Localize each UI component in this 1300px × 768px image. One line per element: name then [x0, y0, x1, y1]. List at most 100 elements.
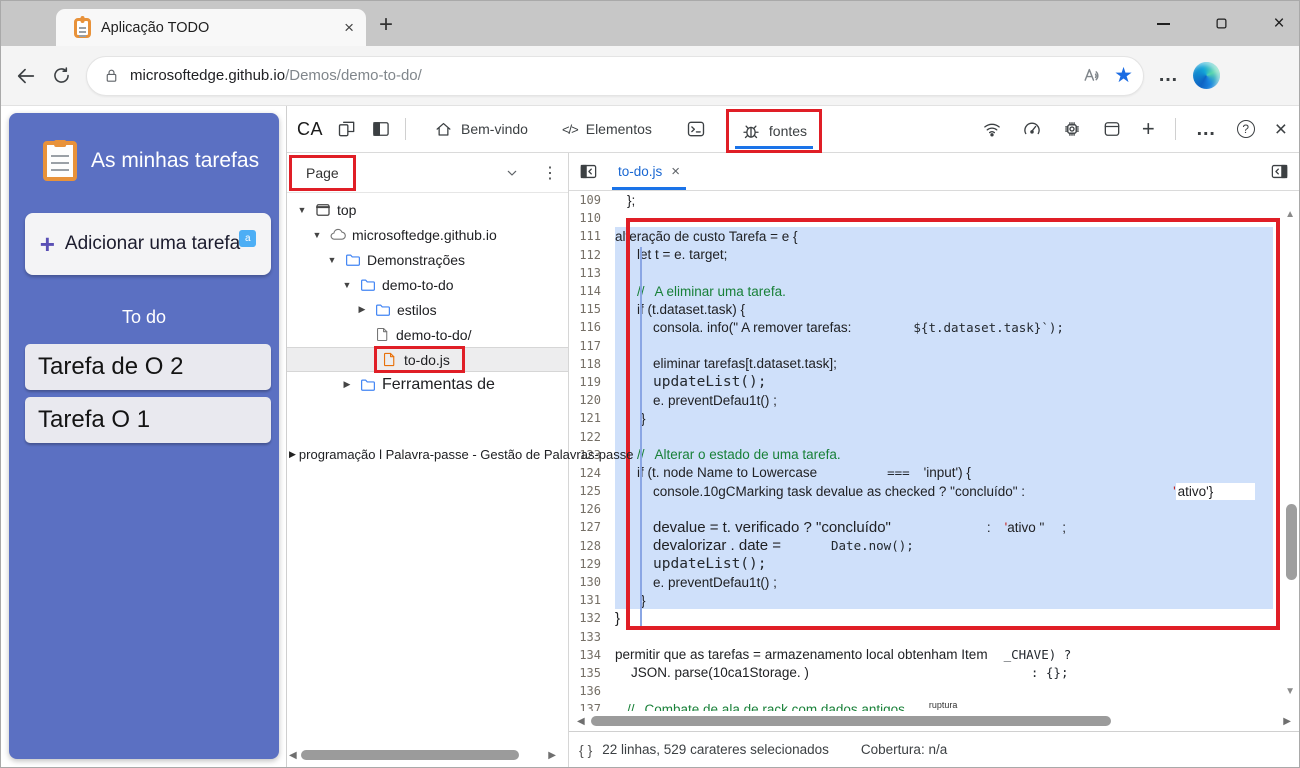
- more-icon[interactable]: …: [1196, 118, 1217, 141]
- line-number[interactable]: 128: [569, 539, 615, 553]
- line-number[interactable]: 135: [569, 666, 615, 680]
- code-line[interactable]: 131}: [569, 591, 1299, 610]
- maximize-button[interactable]: [1211, 14, 1231, 34]
- pretty-print-button[interactable]: { }: [579, 742, 592, 758]
- line-number[interactable]: 137: [569, 702, 615, 711]
- line-content[interactable]: };: [615, 191, 1273, 209]
- editor-tab-close-icon[interactable]: ×: [671, 163, 680, 180]
- tree-item-demonstra-es[interactable]: ▼ Demonstrações: [287, 247, 568, 272]
- line-number[interactable]: 136: [569, 684, 615, 698]
- line-number[interactable]: 122: [569, 430, 615, 444]
- line-content[interactable]: [615, 336, 1273, 355]
- kebab-menu-icon[interactable]: ⋮: [542, 163, 558, 183]
- lock-icon[interactable]: [103, 67, 120, 84]
- devtools-tab-console[interactable]: [672, 106, 720, 152]
- code-line[interactable]: 111 alteração de custo Tarefa = e {: [569, 227, 1299, 246]
- read-aloud-icon[interactable]: [1082, 65, 1104, 87]
- task-item[interactable]: Tarefa O 1: [25, 397, 271, 443]
- performance-icon[interactable]: [1022, 119, 1042, 139]
- line-number[interactable]: 111: [569, 229, 615, 243]
- code-line[interactable]: 114//A eliminar uma tarefa.: [569, 281, 1299, 301]
- scrollbar-thumb[interactable]: [590, 716, 1111, 726]
- line-number[interactable]: 127: [569, 520, 615, 534]
- help-icon[interactable]: ?: [1236, 120, 1255, 138]
- line-content[interactable]: let t = e. target;: [615, 245, 1273, 264]
- close-icon[interactable]: ×: [1275, 119, 1287, 140]
- devtools-tab-Elementos[interactable]: </> Elementos: [548, 106, 666, 152]
- editor-hscrollbar[interactable]: ◀ ▶: [569, 711, 1299, 731]
- line-content[interactable]: e. preventDefau1t() ;: [615, 391, 1273, 410]
- line-content[interactable]: if (t. node Name to Lowercase ==='input')…: [615, 463, 1273, 482]
- browser-tab[interactable]: Aplicação TODO ×: [56, 9, 366, 46]
- code-line[interactable]: 112 let t = e. target;: [569, 245, 1299, 264]
- code-line[interactable]: 130 e. preventDefau1t() ;: [569, 572, 1299, 592]
- line-number[interactable]: 119: [569, 375, 615, 389]
- code-line[interactable]: 119 updateList();: [569, 372, 1299, 392]
- line-number[interactable]: 120: [569, 393, 615, 407]
- line-content[interactable]: }: [615, 591, 1273, 610]
- line-number[interactable]: 113: [569, 266, 615, 280]
- code-line[interactable]: 137//Combate de ala de rack com dados an…: [569, 700, 1299, 711]
- line-content[interactable]: consola. info(" A remover tarefas: ${t.da…: [615, 318, 1273, 337]
- line-number[interactable]: 116: [569, 320, 615, 334]
- expander-icon[interactable]: ▼: [325, 255, 339, 265]
- layout-panel-icon[interactable]: [371, 119, 391, 139]
- tree-item-estilos[interactable]: ▶ estilos: [287, 297, 568, 322]
- tree-item-top[interactable]: ▼ top: [287, 197, 568, 222]
- code-line[interactable]: 133: [569, 628, 1299, 646]
- new-tab-button[interactable]: +: [379, 11, 393, 39]
- scroll-left-icon[interactable]: ◀: [289, 750, 297, 761]
- settings-menu-icon[interactable]: …: [1158, 64, 1179, 87]
- scroll-right-icon[interactable]: ▶: [548, 750, 556, 761]
- code-line[interactable]: 132}: [569, 609, 1299, 627]
- tree-item-to-do-js[interactable]: to-do.js: [287, 346, 568, 373]
- task-item[interactable]: Tarefa de O 2: [25, 344, 271, 390]
- add-panel-icon[interactable]: +: [1142, 118, 1155, 140]
- line-content[interactable]: //A eliminar uma tarefa.: [615, 281, 1273, 301]
- scroll-right-icon[interactable]: ▶: [1283, 716, 1291, 727]
- expander-icon[interactable]: ▼: [340, 280, 354, 290]
- line-content[interactable]: [615, 500, 1273, 519]
- network-icon[interactable]: [982, 119, 1002, 139]
- line-content[interactable]: //Combate de ala de rack com dados antig…: [615, 700, 1273, 711]
- application-icon[interactable]: [1102, 119, 1122, 139]
- line-content[interactable]: //Alterar o estado de uma tarefa.: [615, 445, 1273, 464]
- line-number[interactable]: 133: [569, 630, 615, 644]
- line-content[interactable]: updateList();: [615, 372, 1273, 392]
- tree-item-demo-to-do[interactable]: ▼ demo-to-do: [287, 272, 568, 297]
- line-content[interactable]: eliminar tarefas[t.dataset.task];: [615, 354, 1273, 373]
- scrollbar-thumb[interactable]: [300, 750, 519, 760]
- scroll-down-icon[interactable]: ▼: [1285, 686, 1295, 697]
- code-line[interactable]: 109};: [569, 191, 1299, 209]
- line-content[interactable]: console.10gCMarking task devalue as chec…: [615, 482, 1273, 501]
- code-line[interactable]: 118 eliminar tarefas[t.dataset.task];: [569, 354, 1299, 373]
- line-content[interactable]: [615, 427, 1273, 446]
- expander-icon[interactable]: ▼: [295, 205, 309, 215]
- code-line[interactable]: 129 updateList();: [569, 554, 1299, 573]
- address-bar[interactable]: microsoftedge.github.io/Demos/demo-to-do…: [86, 55, 1144, 96]
- line-content[interactable]: [615, 263, 1273, 282]
- code-line[interactable]: 127 devalue = t. verificado ? "concluído"…: [569, 518, 1299, 537]
- line-number[interactable]: 130: [569, 575, 615, 589]
- code-line[interactable]: 124 if (t. node Name to Lowercase ==='inpu…: [569, 463, 1299, 482]
- device-emulation-icon[interactable]: [337, 119, 357, 139]
- navigator-hscrollbar[interactable]: ◀ ▶: [289, 748, 556, 762]
- line-content[interactable]: devalue = t. verificado ? "concluído": ' a…: [615, 518, 1273, 537]
- code-editor[interactable]: ▲ ▼ 109}; 110 111 alteração de custo Tarefa…: [569, 191, 1299, 711]
- tree-item-demo-to-do-[interactable]: demo-to-do/: [287, 322, 568, 347]
- code-line[interactable]: 116 consola. info(" A remover tarefas: ${t…: [569, 318, 1299, 337]
- line-content[interactable]: if (t.dataset.task) {: [615, 300, 1273, 319]
- code-line[interactable]: 134 permitir que as tarefas = armazenamen…: [569, 646, 1299, 664]
- back-button[interactable]: [15, 65, 37, 87]
- code-line[interactable]: 123//Alterar o estado de uma tarefa.: [569, 445, 1299, 464]
- line-content[interactable]: alteração de custo Tarefa = e {: [615, 227, 1273, 246]
- expander-icon[interactable]: ▶: [340, 379, 354, 390]
- close-window-button[interactable]: ×: [1269, 13, 1289, 34]
- code-line[interactable]: 136: [569, 682, 1299, 700]
- collapse-panel-icon[interactable]: [1270, 162, 1289, 181]
- line-content[interactable]: updateList();: [615, 554, 1273, 573]
- line-number[interactable]: 117: [569, 339, 615, 353]
- line-number[interactable]: 109: [569, 193, 615, 207]
- code-line[interactable]: 128 devalorizar . date = Date.now();: [569, 536, 1299, 555]
- code-line[interactable]: 115 if (t.dataset.task) {: [569, 300, 1299, 319]
